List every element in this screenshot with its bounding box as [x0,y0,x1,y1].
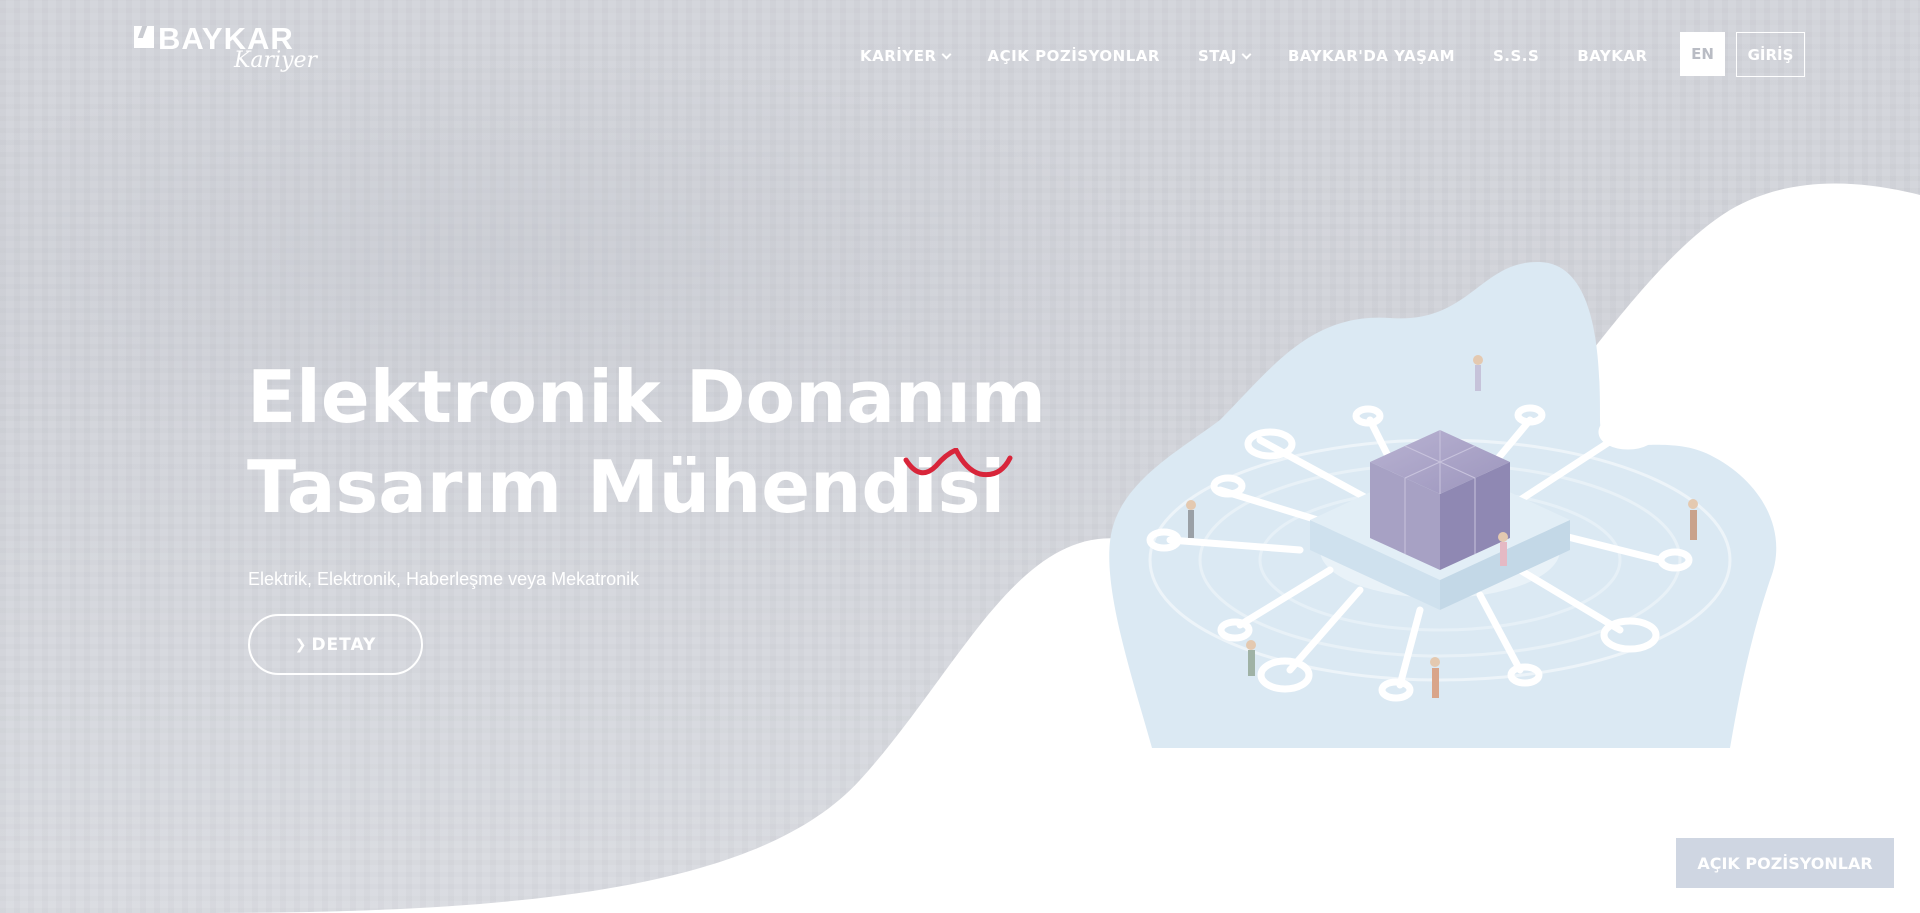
nav-item-baykarda-yasam[interactable]: BAYKAR'DA YAŞAM [1288,47,1455,65]
nav-item-label: BAYKAR [1577,47,1648,65]
main-nav: KARİYER AÇIK POZİSYONLAR STAJ BAYKAR'DA … [860,44,1648,68]
chevron-down-icon [941,49,951,59]
nav-item-kariyer[interactable]: KARİYER [860,47,951,65]
nav-item-baykar[interactable]: BAYKAR [1577,47,1647,65]
hero-title-line-1: Elektronik Donanım [247,355,1046,439]
baykar-logo[interactable]: BAYKAR Kariyer [134,22,324,92]
circuit-illustration [1109,261,1777,748]
nav-item-label: BAYKAR'DA YAŞAM [1288,47,1455,65]
language-toggle-button[interactable]: EN [1680,32,1725,76]
nav-item-label: S.S.S [1493,47,1540,65]
hero-subtitle: Elektrik, Elektronik, Haberleşme veya Me… [248,569,640,589]
open-positions-cta-button[interactable]: AÇIK POZİSYONLAR [1676,838,1894,888]
chevron-down-icon [1241,49,1252,59]
nav-item-label: KARİYER [860,47,937,65]
nav-item-acik-pozisyonlar[interactable]: AÇIK POZİSYONLAR [988,47,1160,65]
login-button[interactable]: GİRİŞ [1736,32,1805,77]
nav-item-label: AÇIK POZİSYONLAR [987,47,1160,65]
nav-item-label: STAJ [1197,47,1237,65]
detail-button[interactable]: ❯ DETAY [248,614,423,675]
red-squiggle-decoration [903,448,1013,478]
nav-item-staj[interactable]: STAJ [1197,47,1252,65]
nav-item-sss[interactable]: S.S.S [1493,47,1539,65]
detail-button-label: DETAY [311,634,377,655]
chevron-right-icon: ❯ [294,636,308,653]
hero-title: Elektronik Donanım Tasarım Mühendisi [247,352,1047,532]
logo-script-text: Kariyer [234,48,318,73]
